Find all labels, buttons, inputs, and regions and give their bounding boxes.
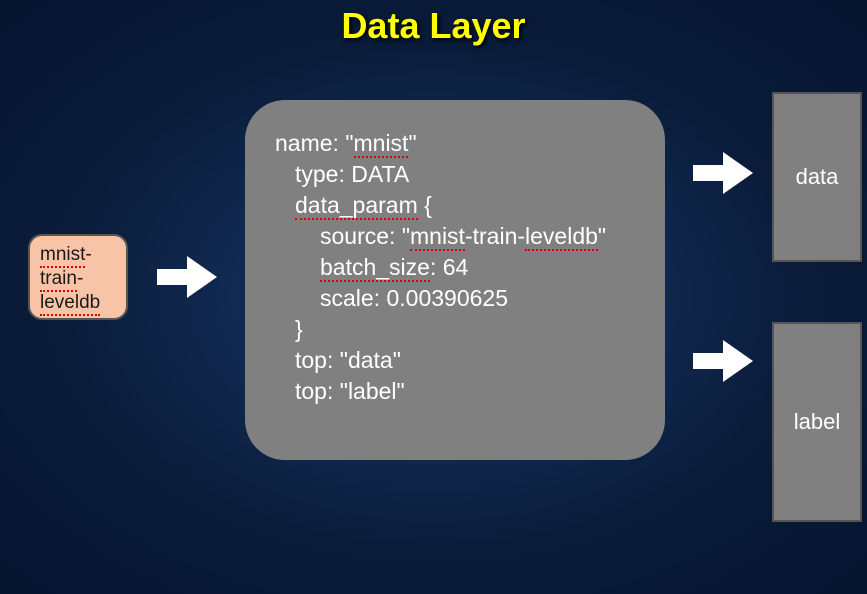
cfg-brace-close: } [275, 314, 635, 345]
arrow-config-to-label [688, 336, 758, 386]
cfg-scale-row: scale: 0.00390625 [275, 283, 635, 314]
cfg-top1-row: top: "data" [275, 345, 635, 376]
input-line1: mnist [40, 244, 85, 268]
diagram-title: Data Layer [0, 5, 867, 47]
cfg-source-row: source: "mnist-train-leveldb" [275, 221, 635, 252]
input-source-box: mnist- train- leveldb [28, 234, 128, 320]
output-data-label: data [796, 164, 839, 190]
layer-config-box: name: "mnist" type: DATA data_param { so… [245, 100, 665, 460]
cfg-top2-row: top: "label" [275, 376, 635, 407]
arrow-config-to-data [688, 148, 758, 198]
cfg-name-row: name: "mnist" [275, 128, 635, 159]
arrow-input-to-config [152, 252, 222, 302]
output-label-box: label [772, 322, 862, 522]
cfg-type-row: type: DATA [275, 159, 635, 190]
cfg-dataparam-row: data_param { [275, 190, 635, 221]
cfg-batchsize-row: batch_size: 64 [275, 252, 635, 283]
output-label-label: label [794, 409, 840, 435]
input-line2: train [40, 268, 77, 292]
output-data-box: data [772, 92, 862, 262]
input-line3: leveldb [40, 292, 100, 316]
